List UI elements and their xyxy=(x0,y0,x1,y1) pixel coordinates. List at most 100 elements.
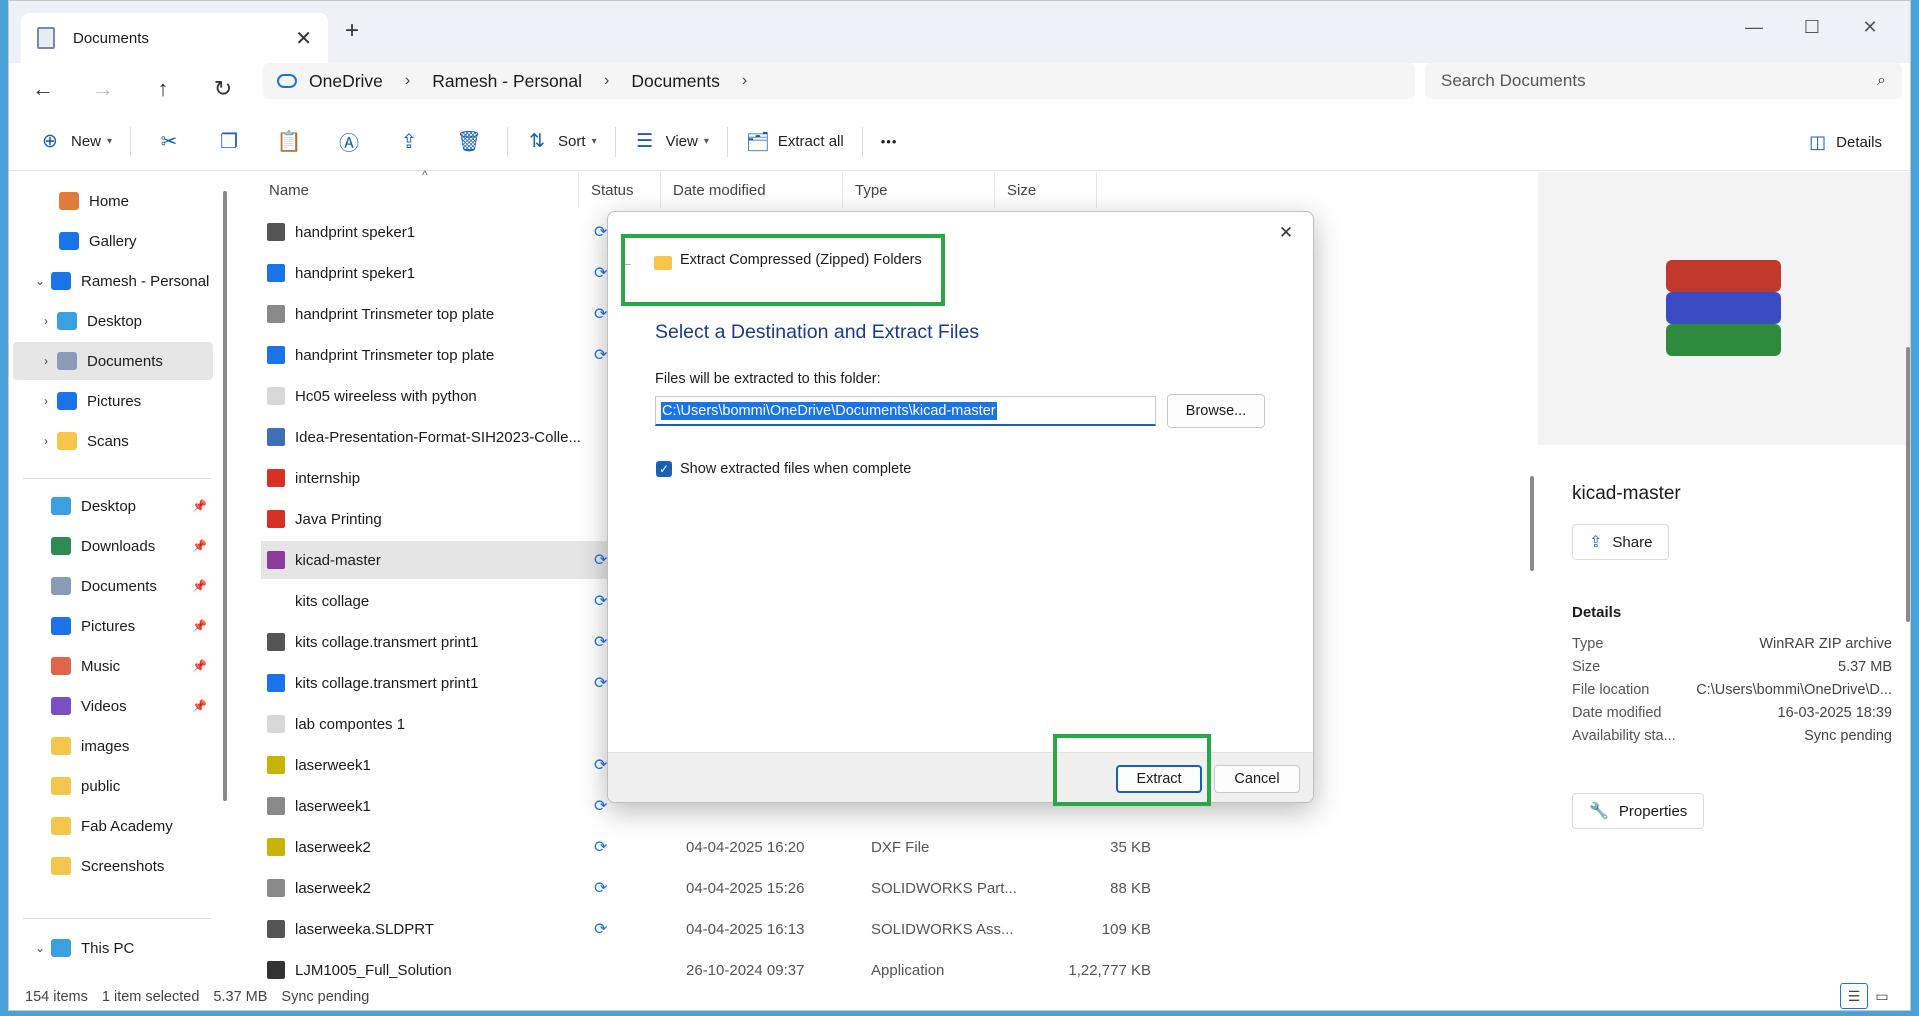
breadcrumb-documents[interactable]: Documents xyxy=(631,71,720,92)
browse-button[interactable]: Browse... xyxy=(1167,394,1265,428)
dialog-title: Select a Destination and Extract Files xyxy=(655,321,980,343)
up-button[interactable]: ↑ xyxy=(145,71,181,107)
column-header-size[interactable]: Size xyxy=(997,172,1097,208)
breadcrumb-onedrive[interactable]: OneDrive xyxy=(309,71,383,92)
refresh-button[interactable]: ↻ xyxy=(205,71,241,107)
file-row[interactable]: laserweeka.SLDPRT ⟳ 04-04-2025 16:13 SOLIDW… xyxy=(261,910,1521,948)
sidebar-item-this-pc[interactable]: ⌄ This PC xyxy=(13,929,213,967)
quick-access-images[interactable]: images xyxy=(13,727,213,765)
maximize-button[interactable]: ☐ xyxy=(1783,9,1841,45)
chevron-right-icon[interactable]: › xyxy=(35,394,57,408)
show-files-checkbox[interactable]: ✓ Show extracted files when complete xyxy=(656,461,911,477)
search-box: ⌕ xyxy=(1425,63,1902,99)
wrench-icon: 🔧 xyxy=(1589,803,1609,820)
quick-access-screenshots[interactable]: Screenshots xyxy=(13,847,213,885)
breadcrumb-separator[interactable]: › xyxy=(405,72,410,90)
new-button[interactable]: ⊕ New ▾ xyxy=(29,122,122,162)
file-row[interactable]: laserweek2 ⟳ 04-04-2025 16:20 DXF File 35 KB xyxy=(261,828,1521,866)
search-input[interactable] xyxy=(1441,71,1878,91)
column-header-name[interactable]: Name ^ xyxy=(259,168,579,208)
new-tab-button[interactable]: + xyxy=(345,17,359,45)
share-button[interactable]: ⇪ xyxy=(379,122,439,162)
file-name: handprint Trinsmeter top plate xyxy=(295,305,495,323)
sidebar-item-desktop[interactable]: › Desktop xyxy=(13,302,213,340)
sidebar-item-label: Downloads xyxy=(81,537,156,555)
sidebar-item-label: Home xyxy=(89,192,130,210)
column-type-label: Type xyxy=(855,181,888,199)
minimize-button[interactable]: — xyxy=(1725,9,1783,45)
column-header-date[interactable]: Date modified xyxy=(663,172,843,208)
chevron-right-icon[interactable]: › xyxy=(35,354,57,368)
tiles-view-icon[interactable]: ▭ xyxy=(1868,983,1896,1009)
view-button[interactable]: ☰ View ▾ xyxy=(624,122,719,162)
tab-close-icon[interactable]: ✕ xyxy=(295,26,312,51)
quick-access-fab-academy[interactable]: Fab Academy xyxy=(13,807,213,845)
file-row[interactable]: kicad-master ⟳ xyxy=(261,541,611,579)
sidebar-item-home[interactable]: Home xyxy=(13,182,213,220)
quick-access-pictures[interactable]: Pictures 📌 xyxy=(13,607,213,645)
column-header-status[interactable]: Status xyxy=(581,172,661,208)
details-pane-button[interactable]: ◫ Details xyxy=(1809,122,1882,162)
chevron-down-icon[interactable]: ⌄ xyxy=(29,274,51,288)
dialog-close-button[interactable]: ✕ xyxy=(1271,218,1301,248)
tab-documents[interactable]: Documents ✕ xyxy=(21,13,328,63)
column-header-type[interactable]: Type xyxy=(845,172,995,208)
share-button[interactable]: ⇪ Share xyxy=(1572,524,1670,560)
breadcrumb-separator[interactable]: › xyxy=(604,72,609,90)
sync-status-icon: ⟳ xyxy=(594,552,608,569)
cut-button[interactable]: ✂ xyxy=(139,122,199,162)
sidebar-item-gallery[interactable]: Gallery xyxy=(13,222,213,260)
sidebar-item-label: public xyxy=(81,777,121,795)
pin-icon[interactable]: 📌 xyxy=(192,619,207,633)
file-list-scrollbar[interactable] xyxy=(1530,476,1534,571)
quick-access-documents[interactable]: Documents 📌 xyxy=(13,567,213,605)
forward-button[interactable]: → xyxy=(85,71,121,107)
chevron-down-icon[interactable]: ⌄ xyxy=(29,941,51,955)
share-label: Share xyxy=(1612,533,1653,551)
details-view-icon[interactable]: ☰ xyxy=(1840,983,1868,1009)
pin-icon[interactable]: 📌 xyxy=(192,699,207,713)
sort-button[interactable]: ⇅ Sort ▾ xyxy=(516,122,607,162)
address-bar[interactable]: OneDrive › Ramesh - Personal › Documents… xyxy=(263,63,1415,99)
close-button[interactable]: ✕ xyxy=(1841,9,1899,45)
quick-access-downloads[interactable]: Downloads 📌 xyxy=(13,527,213,565)
breadcrumb-separator[interactable]: › xyxy=(742,72,747,90)
breadcrumb-personal[interactable]: Ramesh - Personal xyxy=(432,71,582,92)
pin-icon[interactable]: 📌 xyxy=(192,579,207,593)
pin-icon[interactable]: 📌 xyxy=(192,539,207,553)
file-name: handprint Trinsmeter top plate xyxy=(295,346,495,364)
sidebar-item-ramesh-personal[interactable]: ⌄ Ramesh - Personal xyxy=(13,262,213,300)
quick-access-music[interactable]: Music 📌 xyxy=(13,647,213,685)
copy-button[interactable]: ❐ xyxy=(199,122,259,162)
onedrive-icon xyxy=(51,272,71,290)
pin-icon[interactable]: 📌 xyxy=(192,499,207,513)
destination-path-input[interactable]: C:\Users\bommi\OneDrive\Documents\kicad-… xyxy=(655,396,1156,426)
sync-status-icon: ⟳ xyxy=(594,798,608,815)
details-scrollbar[interactable] xyxy=(1906,347,1910,622)
quick-access-desktop[interactable]: Desktop 📌 xyxy=(13,487,213,525)
rename-button[interactable]: Ⓐ xyxy=(319,122,379,162)
delete-button[interactable]: 🗑 xyxy=(439,122,499,162)
quick-access-videos[interactable]: Videos 📌 xyxy=(13,687,213,725)
chevron-right-icon[interactable]: › xyxy=(35,434,57,448)
pin-icon[interactable]: 📌 xyxy=(192,659,207,673)
sidebar-item-pictures[interactable]: › Pictures xyxy=(13,382,213,420)
sidebar-scrollbar[interactable] xyxy=(223,191,227,801)
column-size-label: Size xyxy=(1007,181,1037,199)
search-icon[interactable]: ⌕ xyxy=(1877,72,1886,90)
file-type-icon xyxy=(267,346,285,364)
chevron-right-icon[interactable]: › xyxy=(35,314,57,328)
file-row[interactable]: laserweek2 ⟳ 04-04-2025 15:26 SOLIDWORKS Pa… xyxy=(261,869,1521,907)
paste-button[interactable]: 📋 xyxy=(259,122,319,162)
more-options-button[interactable]: ••• xyxy=(871,122,908,162)
properties-button[interactable]: 🔧 Properties xyxy=(1572,793,1705,829)
file-type-icon xyxy=(267,223,285,241)
sidebar-item-documents[interactable]: › Documents xyxy=(13,342,213,380)
cancel-button[interactable]: Cancel xyxy=(1214,765,1300,793)
file-type: SOLIDWORKS Ass... xyxy=(871,920,1014,938)
sidebar-item-scans[interactable]: › Scans xyxy=(13,422,213,460)
back-button[interactable]: ← xyxy=(25,71,61,107)
extract-all-button[interactable]: 🗂 Extract all xyxy=(736,122,854,162)
quick-access-public[interactable]: public xyxy=(13,767,213,805)
file-type-icon xyxy=(267,428,285,446)
